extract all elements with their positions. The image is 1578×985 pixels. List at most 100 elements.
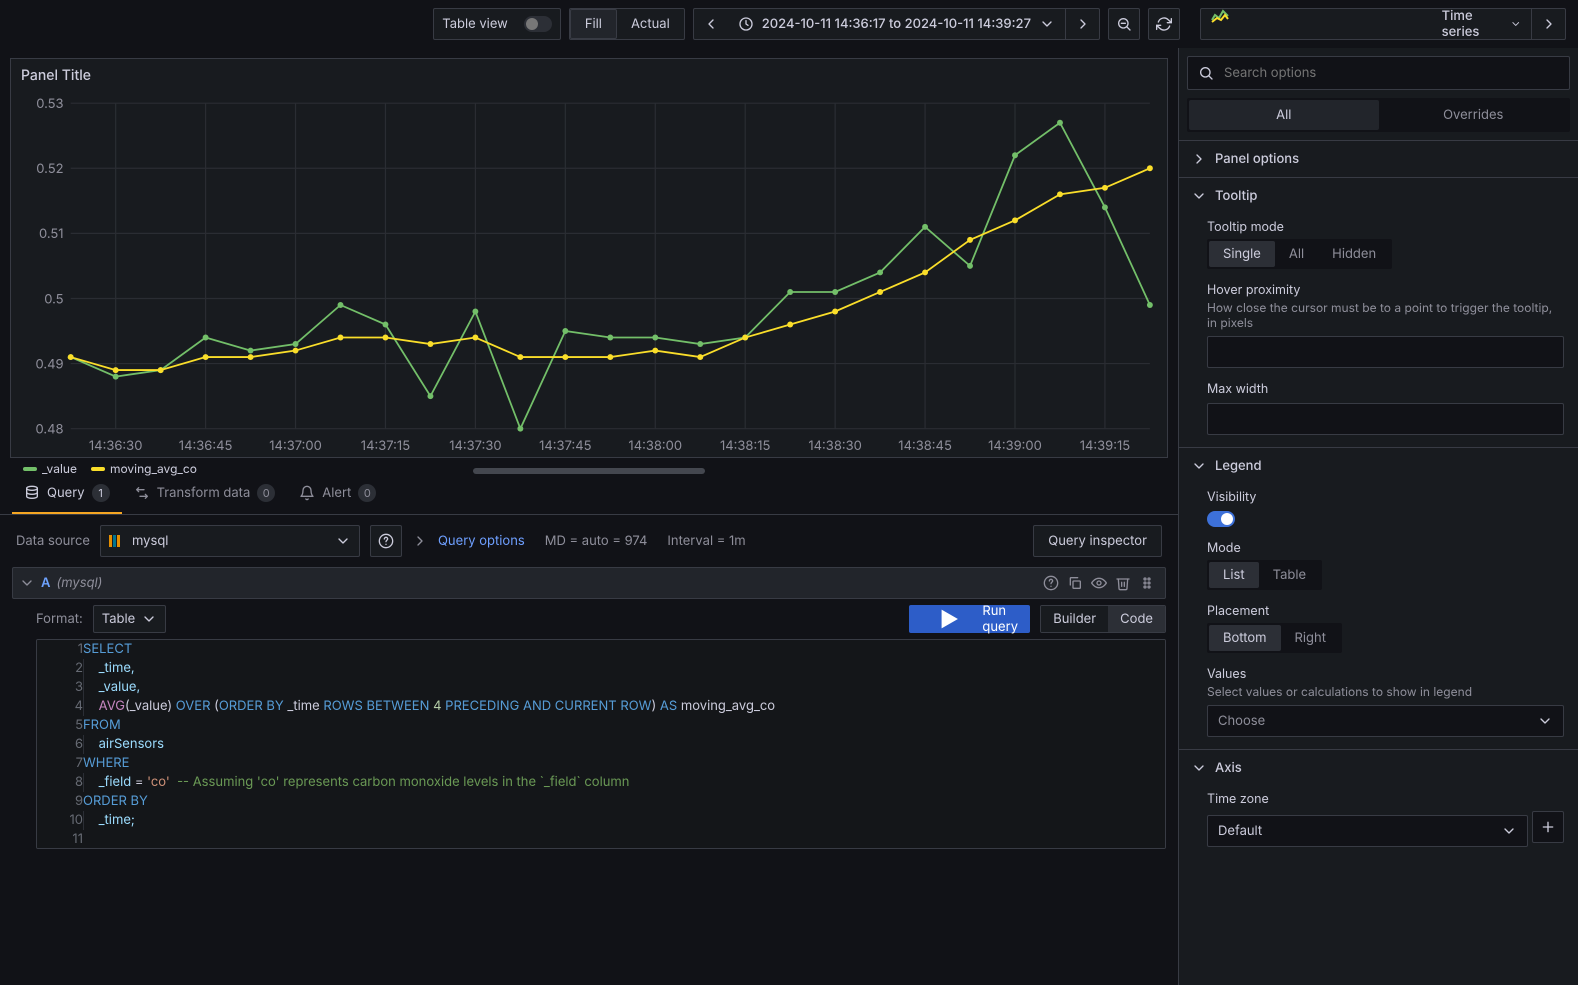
time-range-picker[interactable]: 2024-10-11 14:36:17 to 2024-10-11 14:39:…	[728, 9, 1065, 39]
svg-text:0.49: 0.49	[36, 356, 64, 372]
tooltip-mode-segment: Single All Hidden	[1207, 239, 1392, 269]
query-count-badge: 1	[92, 484, 110, 502]
legend-values-select[interactable]: Choose	[1207, 705, 1564, 737]
svg-text:14:37:30: 14:37:30	[449, 438, 501, 454]
format-select[interactable]: Table	[93, 605, 166, 633]
max-width-input[interactable]	[1207, 403, 1564, 435]
chevron-down-icon[interactable]	[19, 575, 35, 591]
section-tooltip[interactable]: Tooltip	[1179, 178, 1578, 214]
svg-text:14:36:45: 14:36:45	[179, 438, 233, 454]
query-row-header: A (mysql)	[12, 567, 1166, 599]
query-ds-badge: (mysql)	[56, 575, 102, 591]
mysql-icon	[109, 535, 120, 547]
label-legend-mode: Mode	[1207, 541, 1564, 556]
duplicate-query-button[interactable]	[1063, 571, 1087, 595]
format-label: Format:	[36, 611, 83, 627]
datasource-select[interactable]: mysql	[100, 525, 360, 557]
chevron-down-icon	[141, 611, 157, 627]
svg-text:14:37:45: 14:37:45	[539, 438, 591, 454]
query-options-link[interactable]: Query options	[438, 533, 525, 549]
table-view-toggle[interactable]: Table view	[433, 8, 561, 40]
svg-text:14:37:00: 14:37:00	[269, 438, 322, 454]
timezone-select[interactable]: Default	[1207, 815, 1528, 847]
chevron-down-icon	[1191, 188, 1207, 204]
viz-type-picker[interactable]: Time series	[1200, 8, 1566, 40]
options-tab-overrides[interactable]: Overrides	[1379, 100, 1569, 130]
label-placement: Placement	[1207, 604, 1564, 619]
timeseries-icon	[1211, 9, 1434, 39]
legend-placement-bottom[interactable]: Bottom	[1209, 625, 1281, 651]
svg-text:0.52: 0.52	[36, 161, 63, 177]
tooltip-mode-hidden[interactable]: Hidden	[1318, 241, 1390, 267]
table-view-switch[interactable]	[524, 16, 552, 32]
panel-resize-scrollbar[interactable]	[10, 468, 1168, 474]
bell-icon	[299, 485, 315, 501]
label-max-width: Max width	[1207, 382, 1564, 397]
refresh-button[interactable]	[1148, 8, 1180, 40]
tooltip-mode-all[interactable]: All	[1275, 241, 1318, 267]
viz-next-button[interactable]	[1531, 9, 1565, 39]
legend-placement-right[interactable]: Right	[1281, 625, 1340, 651]
viz-type-label: Time series	[1442, 8, 1494, 40]
interval-info: Interval = 1m	[667, 533, 745, 549]
time-prev-button[interactable]	[694, 9, 728, 39]
zoom-out-button[interactable]	[1108, 8, 1140, 40]
svg-text:14:39:15: 14:39:15	[1080, 438, 1131, 454]
legend-mode-table[interactable]: Table	[1259, 562, 1320, 588]
legend-placement-segment: Bottom Right	[1207, 623, 1342, 653]
options-search[interactable]	[1187, 56, 1570, 90]
chevron-down-icon	[1191, 458, 1207, 474]
visibility-switch[interactable]	[1207, 511, 1235, 527]
code-mode-button[interactable]: Code	[1108, 606, 1165, 632]
options-search-input[interactable]	[1222, 64, 1559, 82]
query-help-button[interactable]	[1039, 571, 1063, 595]
chart-area[interactable]: 0.480.490.50.510.520.5314:36:3014:36:451…	[21, 96, 1157, 455]
zoom-out-icon	[1116, 16, 1132, 32]
clock-icon	[738, 16, 754, 32]
label-values: Values	[1207, 667, 1564, 682]
delete-query-button[interactable]	[1111, 571, 1135, 595]
md-info: MD = auto = 974	[545, 533, 648, 549]
svg-text:0.48: 0.48	[36, 421, 64, 437]
label-timezone: Time zone	[1207, 792, 1564, 807]
chevron-down-icon	[1537, 713, 1553, 729]
query-ref-id[interactable]: A	[41, 575, 50, 591]
svg-text:14:38:00: 14:38:00	[628, 438, 682, 454]
options-panel: All Overrides Panel options Tooltip Tool…	[1178, 48, 1578, 985]
question-icon	[378, 533, 394, 549]
options-tabs: All Overrides	[1187, 98, 1570, 132]
run-query-button[interactable]: Run query	[909, 605, 1030, 633]
section-panel-options[interactable]: Panel options	[1179, 141, 1578, 177]
actual-button[interactable]: Actual	[617, 9, 684, 39]
time-next-button[interactable]	[1065, 9, 1099, 39]
builder-mode-button[interactable]: Builder	[1041, 606, 1108, 632]
svg-text:14:39:00: 14:39:00	[988, 438, 1042, 454]
toggle-visibility-button[interactable]	[1087, 571, 1111, 595]
alert-count-badge: 0	[358, 484, 376, 502]
svg-text:14:38:45: 14:38:45	[898, 438, 952, 454]
drag-handle[interactable]	[1135, 571, 1159, 595]
section-legend[interactable]: Legend	[1179, 448, 1578, 484]
section-axis[interactable]: Axis	[1179, 750, 1578, 786]
label-visibility: Visibility	[1207, 490, 1564, 505]
chevron-down-icon	[1510, 16, 1522, 32]
timezone-add-button[interactable]	[1532, 811, 1564, 843]
query-toolbar: Format: Table Run query Builder Code	[36, 605, 1166, 633]
hover-proximity-input[interactable]	[1207, 336, 1564, 368]
fit-mode-segment: Fill Actual	[569, 8, 685, 40]
play-icon	[921, 605, 976, 633]
query-inspector-button[interactable]: Query inspector	[1033, 525, 1162, 557]
editor-mode-segment: Builder Code	[1040, 605, 1166, 633]
tooltip-mode-single[interactable]: Single	[1209, 241, 1275, 267]
sql-editor[interactable]: 1SELECT 2 _time, 3 _value, 4 AVG(_value)…	[36, 639, 1166, 849]
datasource-row: Data source mysql Query options MD = aut…	[0, 515, 1178, 567]
chevron-down-icon	[335, 533, 351, 549]
desc-hover-proximity: How close the cursor must be to a point …	[1207, 300, 1564, 330]
chevron-right-icon[interactable]	[412, 533, 428, 549]
legend-mode-list[interactable]: List	[1209, 562, 1259, 588]
fill-button[interactable]: Fill	[570, 9, 617, 39]
datasource-help-button[interactable]	[370, 525, 402, 557]
options-tab-all[interactable]: All	[1189, 100, 1379, 130]
database-icon	[24, 485, 40, 501]
svg-text:14:38:15: 14:38:15	[720, 438, 771, 454]
